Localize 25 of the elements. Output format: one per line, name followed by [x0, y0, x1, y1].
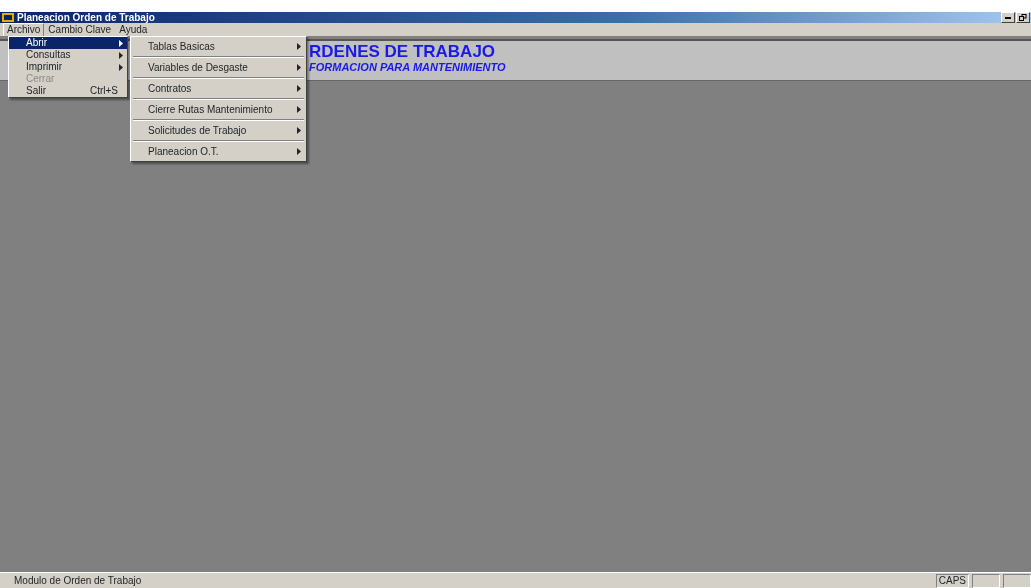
menu-bar-item[interactable]: Ayuda: [115, 22, 152, 37]
submenu-item[interactable]: Cierre Rutas Mantenimiento: [131, 100, 306, 119]
minimize-button[interactable]: [1001, 12, 1015, 23]
status-text: Modulo de Orden de Trabajo: [14, 574, 142, 588]
status-panel: CAPS: [935, 573, 969, 588]
submenu-item[interactable]: Planeacion O.T.: [131, 142, 306, 161]
status-panel: [1003, 573, 1031, 588]
submenu-item[interactable]: Contratos: [131, 79, 306, 98]
shortcut-label: Ctrl+S: [89, 85, 118, 97]
header-subtitle: FORMACION PARA MANTENIMIENTO: [309, 61, 507, 74]
status-panel: [972, 573, 1000, 588]
app-icon: [2, 13, 14, 22]
submenu-item[interactable]: Variables de Desgaste: [131, 58, 306, 77]
menu-item[interactable]: Abrir: [9, 37, 127, 49]
menu-item[interactable]: Imprimir: [9, 61, 127, 73]
menu-bar-item[interactable]: Cambio Clave: [44, 22, 116, 37]
window-title: Planeacion Orden de Trabajo: [17, 11, 155, 25]
header-title: RDENES DE TRABAJO: [309, 42, 497, 61]
minimize-icon: [1005, 16, 1011, 19]
restore-button[interactable]: [1016, 12, 1030, 23]
submenu-item[interactable]: Solicitudes de Trabajo: [131, 121, 306, 140]
menu-item[interactable]: Consultas: [9, 49, 127, 61]
menu-item[interactable]: Salir Ctrl+S: [9, 85, 127, 97]
submenu-item[interactable]: Tablas Basicas: [131, 37, 306, 56]
restore-icon: [1019, 14, 1027, 21]
